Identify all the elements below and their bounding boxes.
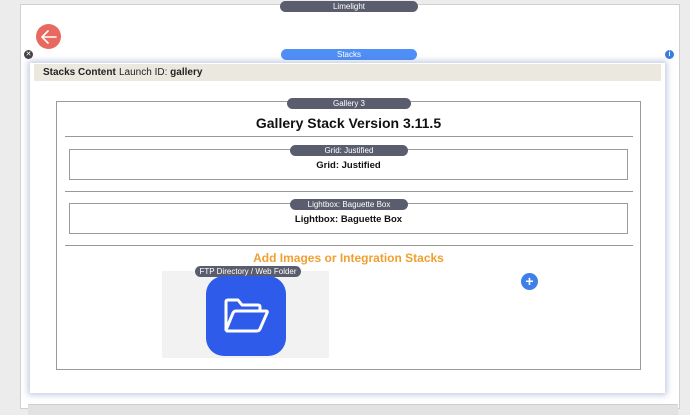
add-stack-button[interactable]: + [521, 273, 538, 290]
limelight-title-pill[interactable]: Limelight [280, 1, 418, 12]
lightbox-pill[interactable]: Lightbox: Baguette Box [290, 199, 408, 210]
back-button[interactable] [36, 24, 61, 49]
back-arrow-icon [40, 29, 57, 44]
close-icon[interactable]: ✕ [24, 50, 33, 59]
stacks-content-header: Stacks Content Launch ID: gallery [34, 64, 661, 81]
gallery-title: Gallery Stack Version 3.11.5 [255, 115, 442, 131]
divider [65, 136, 633, 137]
gallery-pill[interactable]: Gallery 3 [287, 98, 411, 109]
launch-id-label: Launch ID: [119, 67, 168, 78]
gallery-stack-box[interactable] [56, 101, 641, 370]
add-images-prompt: Add Images or Integration Stacks [253, 251, 444, 265]
grid-pill[interactable]: Grid: Justified [290, 145, 408, 156]
stacks-content-title: Stacks Content [43, 67, 116, 78]
divider [65, 245, 633, 246]
bottom-panel-edge [28, 404, 678, 415]
info-icon[interactable]: i [665, 50, 674, 59]
folder-tile[interactable] [206, 276, 286, 356]
launch-id: Launch ID: gallery [119, 64, 202, 81]
open-folder-icon [224, 298, 269, 333]
stacks-pill[interactable]: Stacks [281, 49, 417, 60]
divider [65, 191, 633, 192]
launch-id-value: gallery [170, 67, 203, 78]
